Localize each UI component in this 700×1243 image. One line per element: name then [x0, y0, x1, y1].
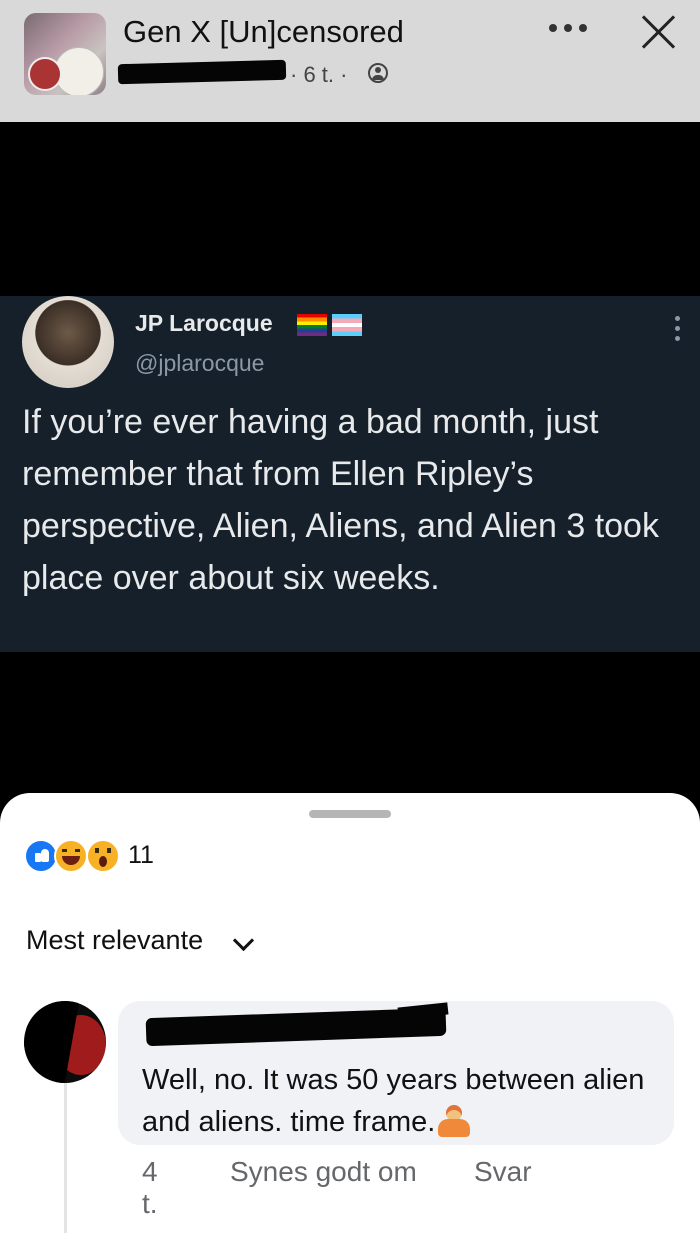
sheet-drag-handle[interactable]	[309, 810, 391, 818]
group-avatar[interactable]	[24, 13, 106, 95]
chevron-down-icon[interactable]	[232, 929, 255, 952]
tweet-text: If you’re ever having a bad month, just …	[22, 403, 659, 597]
comment-reply-button[interactable]: Svar	[474, 1156, 532, 1188]
post-meta: · 6 t. ·	[290, 62, 348, 87]
reaction-count: 11	[128, 841, 154, 869]
thread-line	[64, 1063, 67, 1233]
author-mini-avatar	[28, 57, 62, 91]
tweet-more-icon	[675, 316, 681, 342]
like-reaction-icon	[24, 839, 58, 873]
tweet-author-name: JP Larocque	[135, 310, 273, 336]
haha-reaction-icon	[54, 839, 88, 873]
redacted-author-name	[117, 59, 287, 85]
tweet-author-avatar	[22, 296, 114, 388]
commenter-avatar[interactable]	[24, 1001, 106, 1083]
more-options-icon[interactable]	[549, 18, 591, 38]
rainbow-flag-icon	[297, 314, 327, 336]
wow-reaction-icon	[86, 839, 120, 873]
audience-icon	[368, 63, 388, 83]
post-header: Gen X [Un]censored · 6 t. ·	[0, 0, 700, 122]
comment-time[interactable]: 4 t.	[142, 1156, 158, 1220]
group-title[interactable]: Gen X [Un]censored	[123, 14, 404, 50]
comments-sheet: 11 Mest relevante Well, no. It was 50 ye…	[0, 793, 700, 1243]
comment-sort-dropdown[interactable]: Mest relevante	[26, 925, 203, 956]
close-icon[interactable]	[638, 12, 678, 52]
comment-text: Well, no. It was 50 years between alien …	[142, 1064, 645, 1138]
trans-flag-icon	[332, 314, 362, 336]
comment-text-block: Well, no. It was 50 years between alien …	[142, 1059, 662, 1143]
tweet-screenshot: JP Larocque @jplarocque If you’re ever h…	[0, 296, 700, 652]
comment-like-button[interactable]: Synes godt om	[230, 1156, 417, 1188]
comment-bubble: Well, no. It was 50 years between alien …	[118, 1001, 674, 1145]
shrug-emoji-icon	[437, 1105, 471, 1137]
tweet-author-handle: @jplarocque	[135, 350, 265, 376]
